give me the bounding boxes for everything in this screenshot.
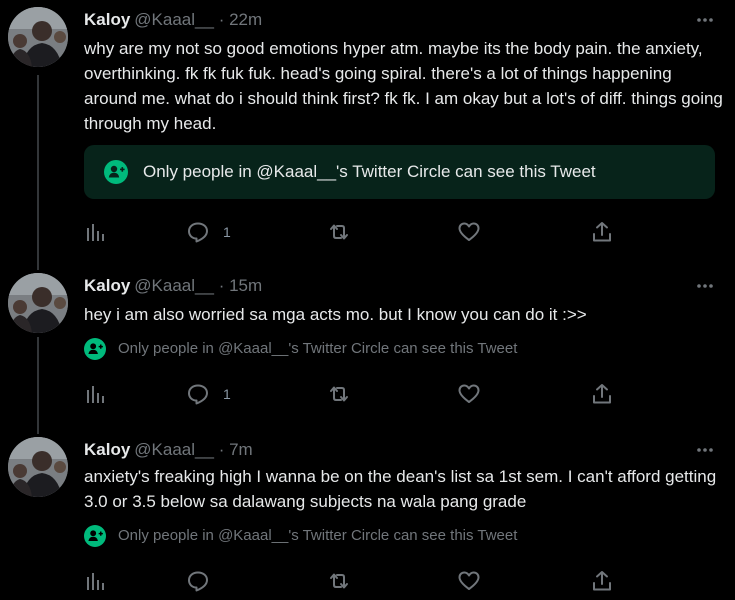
reply-icon xyxy=(187,220,209,244)
twitter-circle-icon xyxy=(84,338,106,365)
retweet-icon[interactable] xyxy=(327,382,351,406)
tweet-header: Kaloy @Kaaal__ · 7m xyxy=(84,438,253,462)
share-icon[interactable] xyxy=(592,569,612,593)
action-bar: 1 xyxy=(0,382,735,406)
circle-notice-text: Only people in @Kaaal__'s Twitter Circle… xyxy=(143,162,596,181)
action-bar xyxy=(0,569,735,593)
retweet-icon[interactable] xyxy=(327,569,351,593)
author-name[interactable]: Kaloy xyxy=(84,10,130,29)
twitter-circle-icon xyxy=(84,525,106,552)
separator: · xyxy=(218,10,225,29)
author-handle[interactable]: @Kaaal__ xyxy=(134,276,214,295)
analytics-icon[interactable] xyxy=(86,220,106,244)
avatar[interactable] xyxy=(8,437,68,497)
reply-icon xyxy=(187,382,209,406)
tweet-text: hey i am also worried sa mga acts mo. bu… xyxy=(84,305,587,324)
reply-count: 1 xyxy=(223,224,231,240)
tweet-header: Kaloy @Kaaal__ · 15m xyxy=(84,274,262,298)
share-icon[interactable] xyxy=(592,220,612,244)
timestamp[interactable]: 22m xyxy=(229,10,262,29)
timestamp[interactable]: 7m xyxy=(229,440,253,459)
action-bar: 1 xyxy=(0,220,735,244)
reply-button[interactable] xyxy=(187,569,209,593)
author-name[interactable]: Kaloy xyxy=(84,276,130,295)
like-icon[interactable] xyxy=(458,569,480,593)
tweet-header: Kaloy @Kaaal__ · 22m xyxy=(84,8,262,32)
separator: · xyxy=(218,440,225,459)
like-icon[interactable] xyxy=(458,382,480,406)
author-name[interactable]: Kaloy xyxy=(84,440,130,459)
circle-notice-text: Only people in @Kaaal__'s Twitter Circle… xyxy=(118,527,518,544)
tweet[interactable]: Kaloy @Kaaal__ · 15m hey i am also worrie… xyxy=(0,262,735,434)
reply-button[interactable]: 1 xyxy=(187,382,231,406)
avatar[interactable] xyxy=(8,7,68,67)
tweet[interactable]: Kaloy @Kaaal__ · 22m why are my not so go… xyxy=(0,0,735,270)
more-icon[interactable] xyxy=(695,440,715,460)
author-handle[interactable]: @Kaaal__ xyxy=(134,440,214,459)
tweet-text: why are my not so good emotions hyper at… xyxy=(84,39,723,133)
analytics-icon[interactable] xyxy=(86,569,106,593)
tweet-text: anxiety's freaking high I wanna be on th… xyxy=(84,467,717,511)
more-icon[interactable] xyxy=(695,10,715,30)
retweet-icon[interactable] xyxy=(327,220,351,244)
tweet[interactable]: Kaloy @Kaaal__ · 7m anxiety's freaking hi… xyxy=(0,428,735,600)
avatar[interactable] xyxy=(8,273,68,333)
analytics-icon[interactable] xyxy=(86,382,106,406)
reply-button[interactable]: 1 xyxy=(187,220,231,244)
share-icon[interactable] xyxy=(592,382,612,406)
separator: · xyxy=(218,276,225,295)
timestamp[interactable]: 15m xyxy=(229,276,262,295)
like-icon[interactable] xyxy=(458,220,480,244)
twitter-circle-icon xyxy=(104,160,128,189)
reply-count: 1 xyxy=(223,386,231,402)
more-icon[interactable] xyxy=(695,276,715,296)
twitter-circle-notice[interactable]: Only people in @Kaaal__'s Twitter Circle… xyxy=(84,145,715,199)
circle-notice-text: Only people in @Kaaal__'s Twitter Circle… xyxy=(118,340,518,357)
reply-icon xyxy=(187,569,209,593)
author-handle[interactable]: @Kaaal__ xyxy=(134,10,214,29)
